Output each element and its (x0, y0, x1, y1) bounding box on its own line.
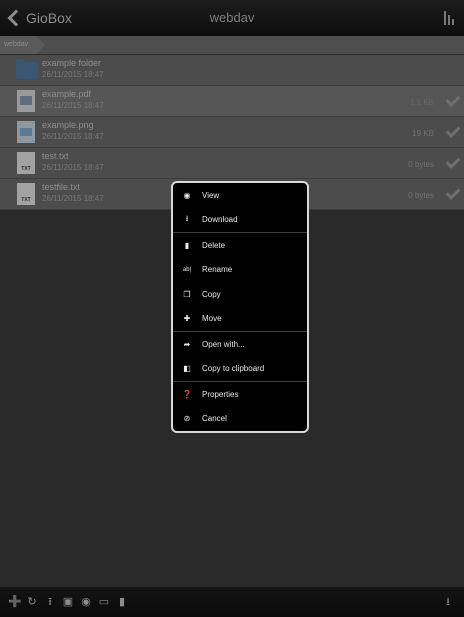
file-size: 0 bytes (408, 160, 434, 169)
top-navigation-bar: GioBox webdav (0, 0, 464, 36)
move-icon: ✚ (183, 314, 191, 324)
menu-item-label: Move (202, 314, 222, 324)
image-icon[interactable]: ▣ (62, 596, 74, 608)
copy-icon: ❐ (183, 289, 191, 299)
share-arrow-icon: ➦ (183, 339, 191, 349)
screen-icon[interactable]: ▭ (98, 596, 110, 608)
file-size: 1.1 KB (409, 98, 434, 107)
image-file-icon (17, 121, 35, 143)
cancel-icon: ⊘ (183, 414, 191, 424)
menu-item-open-with[interactable]: ➦ Open with... (173, 332, 307, 357)
checkmark-icon (444, 187, 458, 199)
page-title: webdav (209, 10, 255, 25)
breadcrumb: webdav (0, 36, 464, 54)
refresh-icon[interactable]: ↻ (26, 596, 38, 608)
file-date: 26/11/2015 18:47 (42, 70, 104, 79)
download-icon[interactable]: ⭳ (442, 596, 454, 608)
eye-icon: ◉ (183, 190, 191, 200)
checkmark-icon (444, 156, 458, 168)
clipboard-icon: ◧ (183, 364, 191, 374)
file-name: test.txt (42, 151, 69, 161)
sort-icon[interactable] (444, 11, 456, 25)
menu-item-cancel[interactable]: ⊘ Cancel (173, 407, 307, 432)
checkmark-icon (444, 94, 458, 106)
menu-item-label: Cancel (202, 414, 227, 424)
menu-item-label: View (202, 190, 220, 200)
menu-item-copy-to-clipboard[interactable]: ◧ Copy to clipboard (173, 357, 307, 382)
file-name: example folder (42, 58, 102, 68)
bottom-toolbar: ➕ ↻ ⭱ ▣ ◉ ▭ ▮ ⭳ (0, 587, 464, 617)
menu-item-download[interactable]: ⭳ Download (173, 208, 307, 233)
menu-item-move[interactable]: ✚ Move (173, 307, 307, 332)
trash-icon: ▮ (184, 240, 190, 250)
breadcrumb-item-webdav[interactable]: webdav (0, 36, 46, 54)
menu-item-rename[interactable]: ab| Rename (173, 258, 307, 283)
add-icon[interactable]: ➕ (8, 596, 22, 608)
file-row-test-txt[interactable]: TXT test.txt 26/11/2015 18:47 0 bytes (0, 148, 464, 179)
menu-item-view[interactable]: ◉ View (173, 183, 307, 208)
file-context-menu: ◉ View ⭳ Download ▮ Delete ab| Rename ❐ … (171, 181, 309, 433)
menu-item-label: Copy (202, 289, 221, 299)
folder-icon (16, 59, 38, 79)
question-icon: ❓ (182, 389, 192, 399)
bookmark-icon[interactable]: ▮ (116, 596, 128, 608)
file-size: 0 bytes (408, 191, 434, 200)
file-name: example.pdf (42, 89, 92, 99)
file-date: 26/11/2015 18:47 (42, 101, 104, 110)
file-name: testfile.txt (42, 182, 81, 192)
file-date: 26/11/2015 18:47 (42, 132, 104, 141)
menu-item-label: Copy to clipboard (202, 364, 265, 374)
file-type-tag: TXT (21, 197, 31, 203)
menu-item-label: Rename (202, 265, 233, 275)
file-date: 26/11/2015 18:47 (42, 163, 104, 172)
menu-item-label: Open with... (202, 339, 245, 349)
checkmark-icon (444, 125, 458, 137)
file-row-example-pdf[interactable]: example.pdf 26/11/2015 18:47 1.1 KB (0, 86, 464, 117)
menu-item-delete[interactable]: ▮ Delete (173, 233, 307, 258)
camera-icon[interactable]: ◉ (80, 596, 92, 608)
text-file-icon: TXT (17, 183, 35, 205)
file-type-tag: TXT (21, 166, 31, 172)
menu-item-label: Properties (202, 389, 239, 399)
upload-icon[interactable]: ⭱ (44, 596, 56, 608)
rename-icon: ab| (182, 266, 192, 273)
file-row-example-png[interactable]: example.png 26/11/2015 18:47 19 KB (0, 117, 464, 148)
menu-item-copy[interactable]: ❐ Copy (173, 282, 307, 307)
pdf-file-icon (17, 90, 35, 112)
file-row-example-folder[interactable]: example folder 26/11/2015 18:47 (0, 55, 464, 86)
text-file-icon: TXT (17, 152, 35, 174)
file-date: 26/11/2015 18:47 (42, 194, 104, 203)
menu-item-label: Download (202, 215, 238, 225)
file-name: example.png (42, 120, 94, 130)
file-size: 19 KB (412, 129, 434, 138)
menu-item-label: Delete (202, 240, 226, 250)
download-icon: ⭳ (185, 213, 189, 223)
menu-item-properties[interactable]: ❓ Properties (173, 382, 307, 407)
